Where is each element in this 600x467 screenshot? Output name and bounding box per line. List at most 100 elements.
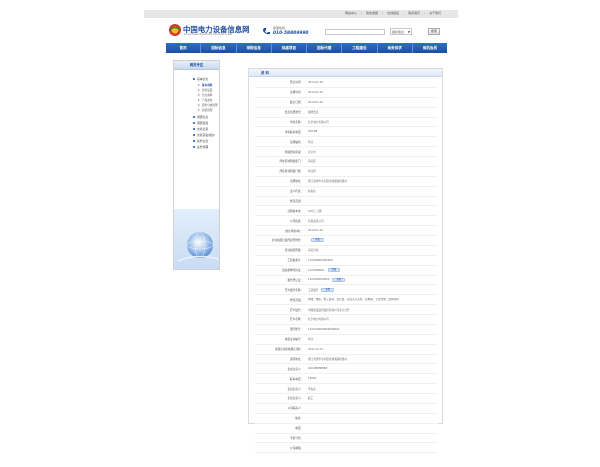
sidebar-item-management[interactable]: 业务管理 [174, 144, 219, 150]
profile-row-value: 李先生 [305, 387, 438, 391]
top-link-4[interactable]: 关于我们 [429, 11, 441, 15]
profile-row-label: 开户名称： [290, 318, 303, 322]
profile-row-value-text: 职工 [308, 397, 314, 401]
view-attachment-button[interactable]: 查看 [311, 238, 324, 243]
nav-item-trade[interactable]: 商务供求 [378, 43, 413, 53]
profile-row-value: 2012-01-01 [305, 229, 438, 232]
profile-row: 通讯地址： 浙江省金华市东阳市湖溪镇新建村 [255, 355, 438, 365]
profile-row: 银行账号： 1100100000000000000 [255, 325, 438, 335]
triangle-icon [198, 103, 200, 106]
nav-item-projects[interactable]: 拟建项目 [272, 43, 307, 53]
hotline-number: 010-58889990 [273, 31, 309, 36]
profile-row-label: 所在区域所属门类： [279, 170, 303, 174]
profile-row-label: 资质证书有效期(日期)： [275, 348, 303, 352]
profile-row-label: 经营范围： [290, 199, 303, 203]
nav-item-agency[interactable]: 招标代理 [307, 43, 343, 53]
nav-item-members[interactable]: 商机会员 [413, 43, 447, 53]
profile-row: 登记时间： 2013-01-01 [255, 78, 438, 88]
profile-row-label: 公司性质： [290, 219, 303, 223]
profile-row-value: 工商银行 查看 [305, 287, 438, 292]
profile-row: 企业负责人： 李先生 [255, 384, 438, 394]
sidebar-menu: 基本信息 基本资料 密码设置 企业资料 产品发布 服务分类管理 商机管理 调研信… [174, 70, 219, 150]
profile-row-value: 100万 元整 [305, 209, 438, 213]
profile-row: 营业执照扫描件是否附件： 查看 [255, 236, 438, 246]
logo-subtitle: China Power Equipment Information Net [184, 33, 233, 36]
view-attachment-button[interactable]: 查看 [321, 287, 335, 292]
top-link-3[interactable]: 联系我们 [408, 11, 420, 15]
profile-row-value: 海淀区 [305, 159, 438, 163]
nav-item-procurement[interactable]: 采购信息 [237, 43, 272, 53]
sidebar-sub-opportunities[interactable]: 商机管理 [174, 107, 219, 112]
profile-row-label: 职位： [295, 417, 303, 421]
bullet-icon [193, 134, 195, 136]
profile-row: 营业执照所属： 海淀分局 [255, 246, 438, 256]
profile-row: 会员注册类型： 银牌会员 [255, 108, 438, 118]
profile-row-value: 有限责任公司 [305, 219, 438, 223]
sidebar-item-label: 商务信息 [197, 139, 209, 143]
profile-row: 截止日期： 2014-01-01 [255, 98, 438, 108]
top-link-1[interactable]: 我的收藏 [366, 11, 378, 15]
profile-row: 企业负责人： 010-88888888 [255, 364, 438, 375]
profile-row: 所属所在区域： 北京市 [255, 147, 438, 157]
profile-row: 注册编码： 华北 [255, 137, 438, 148]
profile-row-value-text: 110108000000000 [308, 258, 333, 262]
search-button[interactable]: 搜索 [428, 28, 440, 35]
sidebar-item-label: 交易记录 [197, 127, 209, 131]
profile-row-label: 注册编码： [290, 140, 303, 144]
profile-row: 开户名称： 北京电力有限公司 [255, 315, 438, 325]
profile-rows: 登记时间： 2013-01-01 注册时间： 2013-01-01 截止日期： 2014-… [255, 78, 438, 454]
triangle-icon [198, 108, 200, 111]
profile-row: 职位： [255, 414, 438, 424]
profile-row-value: 北京市 [305, 150, 438, 154]
profile-row-label: 开户银行名称： [284, 288, 303, 292]
profile-row-label: 企业负责人： [287, 397, 303, 401]
search-category-select[interactable]: 招标信息 ▼ [390, 28, 412, 35]
view-attachment-button[interactable]: 查看 [332, 277, 346, 282]
profile-row: 资质证书编号： 华北 [255, 335, 438, 345]
profile-row-value: 2013-01-01 [305, 81, 438, 84]
nav-item-construction[interactable]: 工程建设 [342, 43, 378, 53]
top-link-2[interactable]: 在线报名 [387, 11, 399, 15]
sidebar-sub-label: 服务分类管理 [202, 103, 218, 107]
top-links: 网站中心 | 我的收藏 | 在线报名 | 联系我们 | 关于我们 [345, 11, 442, 15]
profile-row-value: 2013-01-01 [305, 91, 438, 94]
profile-row-value: 华北 [305, 140, 438, 144]
globe-illustration [174, 209, 219, 269]
top-link-0[interactable]: 网站中心 [345, 11, 357, 15]
profile-row-label: 工商备案号： [287, 259, 303, 263]
profile-row-value-text: 2012-01-01 [308, 229, 324, 233]
nav-item-home[interactable]: 首页 [166, 43, 202, 53]
main-nav: 首页 招标信息 采购信息 拟建项目 招标代理 工程建设 商务供求 商机会员 [166, 43, 447, 53]
profile-row-value: 110108000000000 [305, 259, 438, 262]
profile-row-value: 1100100000000000000 [305, 328, 438, 331]
profile-row: 注册时间： 2013-01-01 [255, 88, 438, 98]
bullet-icon [193, 146, 195, 148]
profile-row-label: 法人代表： [290, 190, 303, 194]
search-input[interactable] [325, 29, 385, 35]
profile-row-value-text: 北京市 [308, 150, 316, 154]
profile-row: 开户银行： 中国建设银行股份有限公司北京分行 [255, 305, 438, 315]
profile-panel: 资 料 登记时间： 2013-01-01 注册时间： 2013-01-01 截止日期： 2… [248, 68, 443, 454]
sidebar-item-label: 调研信息 [197, 115, 209, 119]
profile-row: 组织机构代码证： 1101080001 查看 [255, 266, 438, 276]
profile-row-value: 浙江省金华市东阳市湖溪镇新建村 [305, 357, 438, 361]
profile-row-value: 赵先生 [305, 189, 438, 193]
profile-row-value-text: 2013-01-01 [308, 80, 324, 84]
profile-row-value: 13800 [305, 377, 438, 380]
profile-row-label: 单位联系电话： [284, 130, 303, 134]
bullet-icon [193, 78, 195, 80]
profile-row: 工商备案号： 110108000000000 [255, 256, 438, 266]
profile-row: 资质证书有效期(日期)： 2015-12-31 [255, 345, 438, 355]
triangle-icon [198, 98, 200, 101]
triangle-icon [198, 83, 200, 86]
profile-row-value-text: 有限责任公司 [308, 219, 324, 223]
profile-row-value-text: 李先生 [308, 387, 316, 391]
triangle-icon [198, 93, 200, 96]
profile-row-label: 营业执照扫描件是否附件： [271, 239, 303, 243]
logo-icon [169, 24, 181, 36]
nav-item-bidding[interactable]: 招标信息 [201, 43, 237, 53]
profile-row-label: 经营范围： [290, 298, 303, 302]
bullet-icon [193, 140, 195, 142]
view-attachment-button[interactable]: 查看 [327, 268, 341, 273]
phone-icon [263, 28, 270, 35]
